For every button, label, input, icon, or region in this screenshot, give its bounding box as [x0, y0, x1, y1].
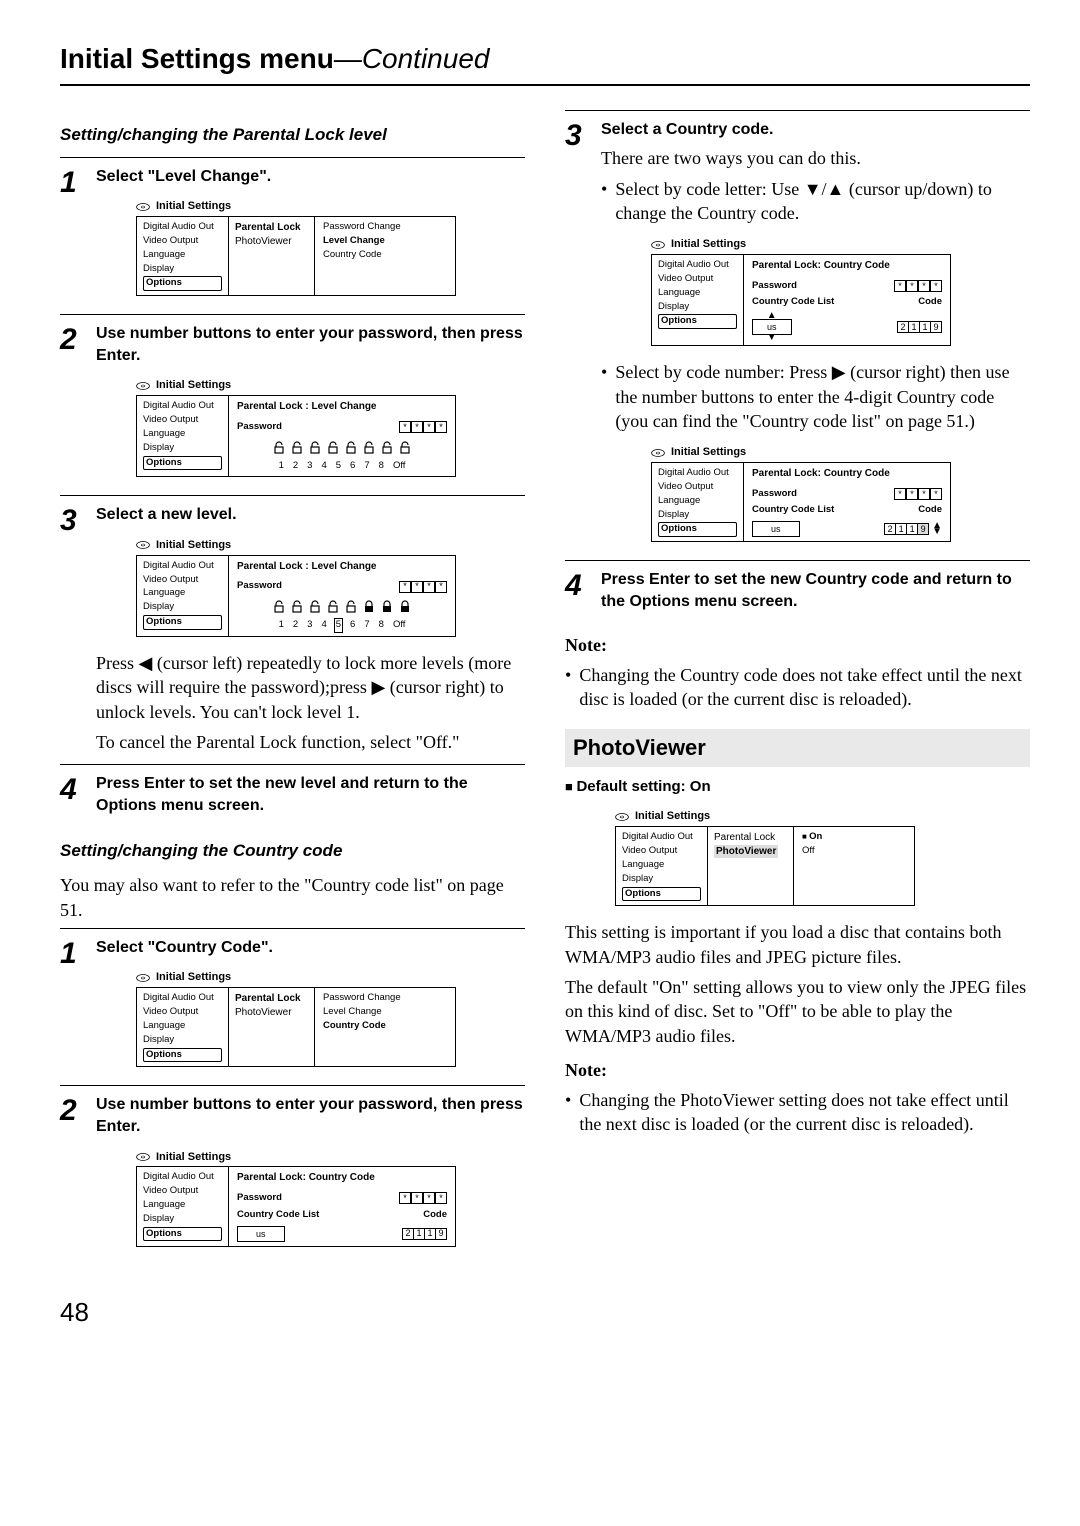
cc-step-2: 2 Use number buttons to enter your passw… — [60, 1085, 525, 1264]
step-4-text: Press Enter to set the new level and ret… — [96, 773, 525, 816]
page-title: Initial Settings menu—Continued — [60, 40, 1030, 86]
level-locks — [237, 441, 447, 455]
step-3-body-2: To cancel the Parental Lock function, se… — [96, 730, 525, 754]
right-step-3: 3 Select a Country code. There are two w… — [565, 110, 1030, 561]
right-step-4: 4 Press Enter to set the new Country cod… — [565, 560, 1030, 622]
note-label: Note: — [565, 633, 1030, 657]
step-number: 2 — [60, 323, 96, 355]
step-2: 2 Use number buttons to enter your passw… — [60, 314, 525, 495]
panel-cc-letter: Initial Settings Digital Audio Out Video… — [651, 235, 951, 346]
step-number: 4 — [60, 773, 96, 805]
title-continued: —Continued — [334, 43, 490, 74]
step-2-text: Use number buttons to enter your passwor… — [96, 323, 525, 366]
panel-nav: Digital Audio Out Video Output Language … — [137, 217, 229, 295]
disc-icon — [136, 540, 150, 550]
step-3: 3 Select a new level. Initial Settings D… — [60, 495, 525, 764]
disc-icon — [615, 812, 629, 822]
disc-icon — [136, 381, 150, 391]
panel-level-password: Initial Settings Digital Audio Out Video… — [136, 376, 456, 477]
subhead-parental-lock: Setting/changing the Parental Lock level — [60, 124, 525, 147]
panel-level-change-menu: Initial Settings Digital Audio Out Video… — [136, 197, 456, 296]
disc-icon — [136, 202, 150, 212]
lock-open-icon — [362, 441, 376, 455]
lock-open-icon — [326, 441, 340, 455]
lock-open-icon — [290, 600, 304, 614]
lock-open-icon — [272, 441, 286, 455]
lock-open-icon — [272, 600, 286, 614]
pv-paragraph-2: The default "On" setting allows you to v… — [565, 975, 1030, 1048]
disc-icon — [136, 1152, 150, 1162]
cc-step-1: 1 Select "Country Code". Initial Setting… — [60, 928, 525, 1086]
photoviewer-heading: PhotoViewer — [565, 729, 1030, 767]
lock-open-icon — [290, 441, 304, 455]
panel-photoviewer: Initial Settings Digital Audio Out Video… — [615, 807, 915, 906]
step-3-body-1: Press ◀ (cursor left) repeatedly to lock… — [96, 651, 525, 724]
cc-intro: You may also want to refer to the "Count… — [60, 873, 525, 922]
step-4: 4 Press Enter to set the new level and r… — [60, 764, 525, 826]
lock-open-icon — [326, 600, 340, 614]
step-1-text: Select "Level Change". — [96, 166, 525, 188]
pv-paragraph-1: This setting is important if you load a … — [565, 920, 1030, 969]
lock-open-icon — [398, 441, 412, 455]
lock-closed-icon — [362, 600, 376, 614]
level-numbers: 12345678Off — [237, 460, 447, 473]
up-down-icon: ▲▼ — [932, 523, 942, 535]
panel-options: Password Change Level Change Country Cod… — [315, 217, 455, 295]
step-3-text: Select a new level. — [96, 504, 525, 526]
lock-closed-icon — [398, 600, 412, 614]
lock-closed-icon — [380, 600, 394, 614]
title-main: Initial Settings menu — [60, 43, 334, 74]
panel-cc-number: Initial Settings Digital Audio Out Video… — [651, 443, 951, 542]
step-1: 1 Select "Level Change". Initial Setting… — [60, 157, 525, 315]
lock-open-icon — [344, 441, 358, 455]
code-digits: 2119 — [402, 1228, 447, 1240]
up-down-icon: ▲us▼ — [752, 313, 792, 341]
step-number: 1 — [60, 166, 96, 198]
panel-cc-menu: Initial Settings Digital Audio Out Video… — [136, 968, 456, 1067]
lock-open-icon — [308, 600, 322, 614]
subhead-country-code: Setting/changing the Country code — [60, 840, 525, 863]
disc-icon — [651, 240, 665, 250]
disc-icon — [136, 973, 150, 983]
panel-level-select: Initial Settings Digital Audio Out Video… — [136, 536, 456, 637]
right-column: 3 Select a Country code. There are two w… — [565, 110, 1030, 1265]
panel-cc-password: Initial Settings Digital Audio Out Video… — [136, 1148, 456, 1247]
step-number: 3 — [60, 504, 96, 536]
pv-note-label: Note: — [565, 1058, 1030, 1082]
password-field: **** — [399, 421, 447, 433]
panel-mid: Parental Lock PhotoViewer — [229, 217, 315, 295]
lock-open-icon — [308, 441, 322, 455]
lock-open-icon — [380, 441, 394, 455]
lock-open-icon — [344, 600, 358, 614]
disc-icon — [651, 448, 665, 458]
default-setting: Default setting: On — [565, 777, 1030, 797]
left-column: Setting/changing the Parental Lock level… — [60, 110, 525, 1265]
page-number: 48 — [60, 1295, 1030, 1330]
